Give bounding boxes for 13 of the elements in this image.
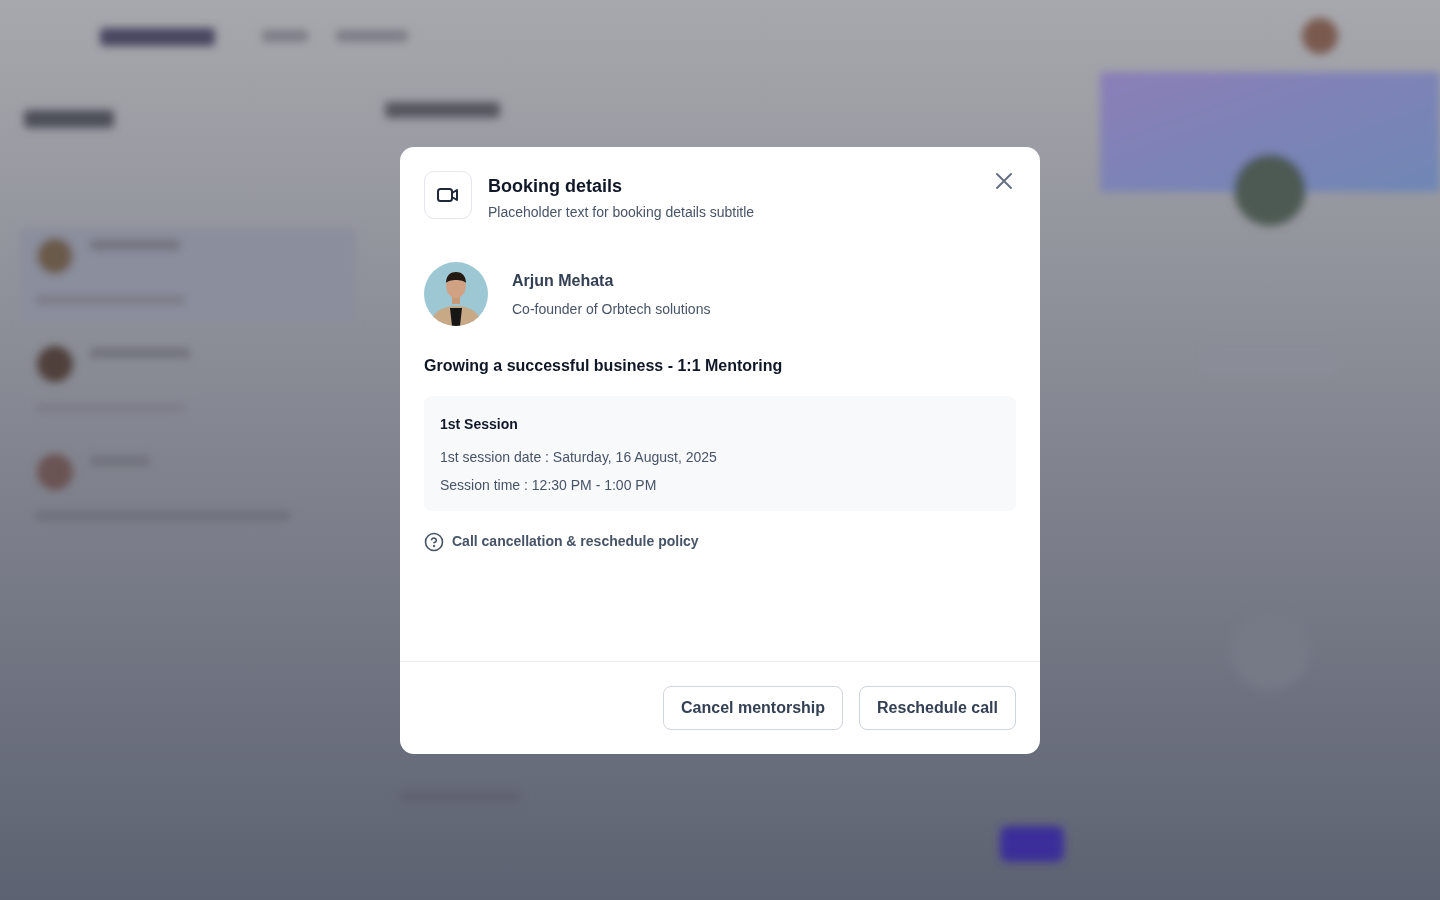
modal-title: Booking details bbox=[488, 175, 623, 198]
session-heading: 1st Session bbox=[440, 415, 519, 434]
reschedule-button[interactable]: Reschedule call bbox=[859, 686, 1016, 730]
mentor-role: Co-founder of Orbtech solutions bbox=[512, 299, 711, 319]
cancel-button[interactable]: Cancel mentorship bbox=[663, 686, 844, 730]
video-camera-icon bbox=[424, 171, 472, 219]
program-title: Growing a successful business - 1:1 Mentoring bbox=[424, 356, 784, 376]
modal-subtitle: Placeholder text for booking details subtitle bbox=[488, 203, 756, 222]
session-detail: Session time : 12:30 PM - 1:00 PM bbox=[440, 476, 658, 495]
policy-link[interactable]: Call cancellation & reschedule policy bbox=[452, 531, 699, 552]
mentor-name: Arjun Mehata bbox=[512, 270, 615, 291]
help-icon bbox=[424, 531, 444, 552]
session-detail: 1st session date : Saturday, 16 August, 2025 bbox=[440, 448, 718, 467]
